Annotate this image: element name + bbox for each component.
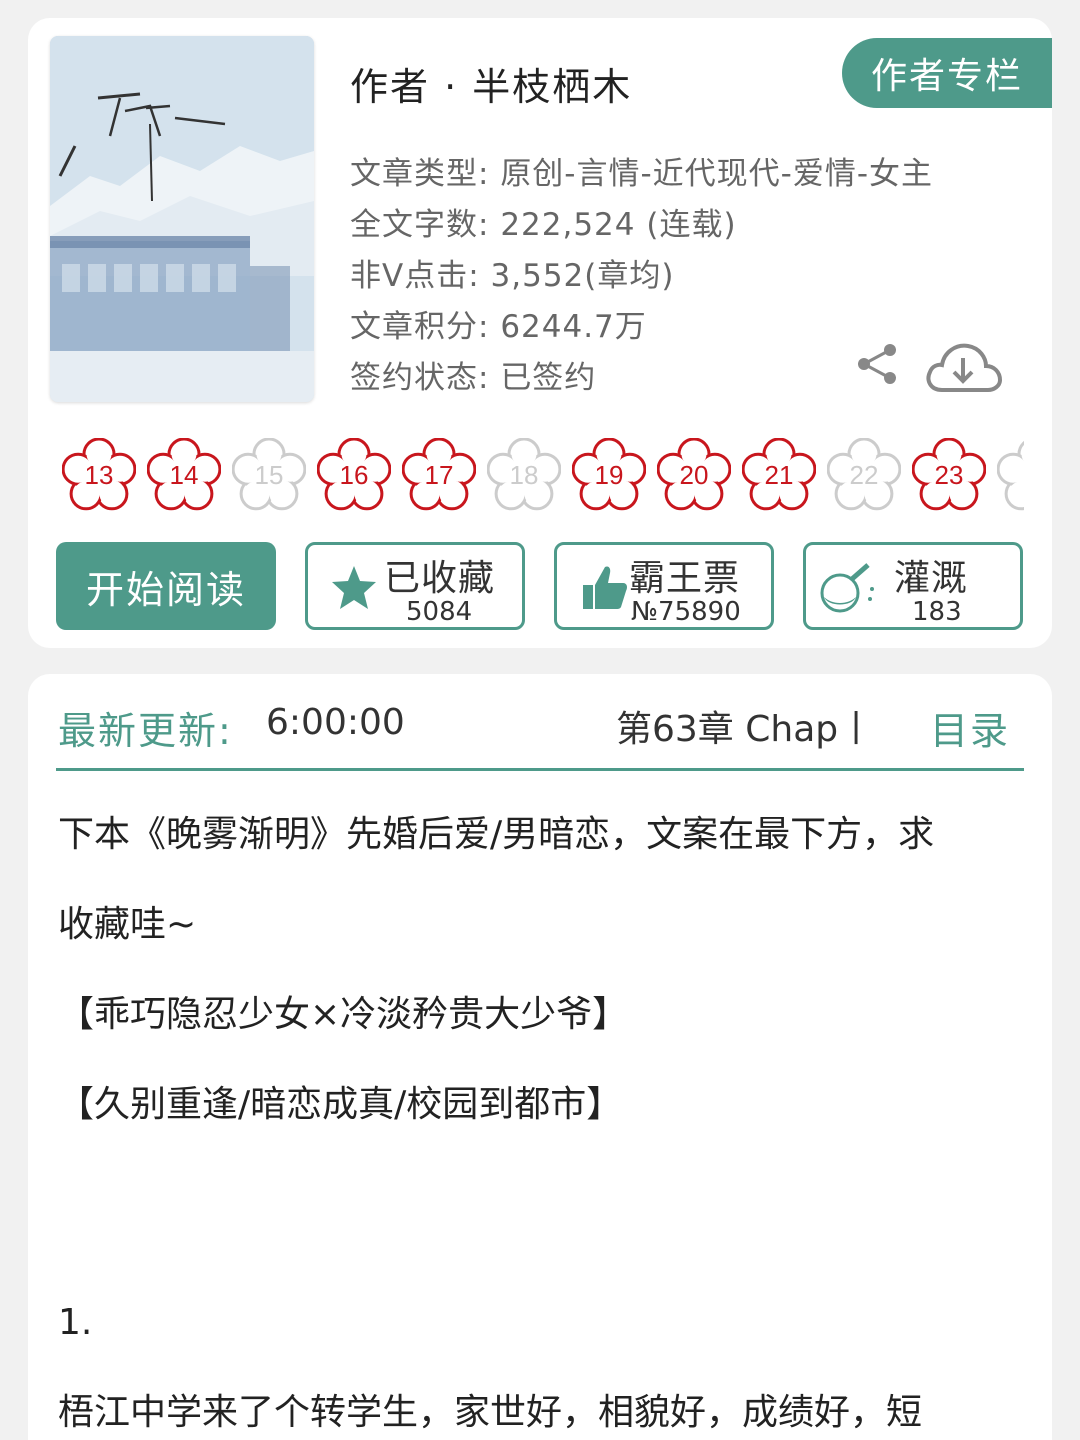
flower-rating-row: 13 14 15 16 17 18 19 20 21 22 23: [62, 438, 1024, 518]
star-icon: [330, 563, 378, 615]
ticket-button[interactable]: 霸王票 №75890: [554, 542, 774, 630]
flower-rating-14: 14: [147, 438, 221, 512]
flower-rating-2: 2: [997, 438, 1024, 512]
meta-value: 222,524 (连载): [500, 207, 737, 243]
meta-value: 已签约: [500, 360, 597, 396]
watering-flask-icon: [818, 559, 878, 619]
flower-number: 16: [339, 459, 369, 490]
flower-rating-21: 21: [742, 438, 816, 512]
favorite-count: 5084: [406, 597, 473, 627]
meta-label: 非V点击:: [350, 258, 480, 294]
cover-art: [50, 36, 314, 402]
divider: [56, 768, 1024, 771]
flower-rating-17: 17: [402, 438, 476, 512]
water-count: 183: [912, 597, 962, 627]
favorite-label: 已收藏: [384, 558, 496, 599]
latest-update-label: 最新更新:: [58, 709, 233, 753]
flower-number: 15: [254, 459, 284, 490]
flower-rating-18: 18: [487, 438, 561, 512]
flower-number: 19: [594, 459, 624, 490]
book-cover[interactable]: [50, 36, 314, 402]
meta-clicks: 非V点击: 3,552(章均): [350, 250, 933, 301]
flower-rating-20: 20: [657, 438, 731, 512]
author-column-button[interactable]: 作者专栏: [842, 38, 1052, 108]
ticket-label: 霸王票: [629, 558, 741, 599]
meta-label: 文章类型:: [350, 156, 490, 192]
meta-word-count: 全文字数: 222,524 (连载): [350, 199, 933, 250]
flower-number: 2: [997, 438, 1024, 512]
intro-line: 下本《晚雾渐明》先婚后爱/男暗恋，文案在最下方，求: [58, 814, 935, 855]
meta-value: 6244.7万: [500, 309, 647, 345]
flower-rating-22: 22: [827, 438, 901, 512]
intro-line: 1.: [58, 1302, 93, 1343]
meta-label: 签约状态:: [350, 360, 490, 396]
table-of-contents-link[interactable]: 目录: [930, 700, 1010, 755]
meta-value: 3,552(章均): [490, 258, 675, 294]
cloud-download-icon[interactable]: [922, 336, 1004, 402]
meta-genre: 文章类型: 原创-言情-近代现代-爱情-女主: [350, 148, 933, 199]
meta-contract: 签约状态: 已签约: [350, 352, 933, 403]
book-info-card: 作者 · 半枝栖木 作者专栏 文章类型: 原创-言情-近代现代-爱情-女主 全文…: [28, 18, 1052, 648]
latest-update-time: 6:00:00: [266, 702, 405, 743]
intro-line: 收藏哇~: [58, 904, 197, 945]
flower-rating-15: 15: [232, 438, 306, 512]
flower-rating-19: 19: [572, 438, 646, 512]
share-icon[interactable]: [854, 340, 902, 392]
book-intro: 下本《晚雾渐明》先婚后爱/男暗恋，文案在最下方，求 收藏哇~ 【乖巧隐忍少女×冷…: [58, 790, 1028, 1440]
flower-number: 18: [509, 459, 539, 490]
meta-label: 文章积分:: [350, 309, 490, 345]
flower-number: 22: [849, 459, 879, 490]
author-line[interactable]: 作者 · 半枝栖木: [350, 56, 632, 111]
ticket-count: №75890: [631, 597, 741, 627]
flower-number: 14: [169, 459, 199, 490]
flower-number: 17: [424, 459, 454, 490]
flower-number: 23: [934, 459, 964, 490]
intro-line: 【乖巧隐忍少女×冷淡矜贵大少爷】: [58, 994, 629, 1035]
meta-label: 全文字数:: [350, 207, 490, 243]
flower-number: 20: [679, 459, 709, 490]
flower-number: 13: [84, 459, 114, 490]
flower-rating-13: 13: [62, 438, 136, 512]
thumbs-up-icon: [581, 561, 631, 617]
intro-card: 最新更新: 6:00:00 第63章 Chap丨 目录 下本《晚雾渐明》先婚后爱…: [28, 674, 1052, 1440]
intro-line: 【久别重逢/暗恋成真/校园到都市】: [58, 1084, 623, 1125]
intro-line: [58, 1150, 1028, 1240]
flower-rating-16: 16: [317, 438, 391, 512]
water-label: 灌溉: [894, 558, 969, 599]
water-button[interactable]: 灌溉 183: [803, 542, 1023, 630]
flower-number: 21: [764, 459, 794, 490]
book-meta: 文章类型: 原创-言情-近代现代-爱情-女主 全文字数: 222,524 (连载…: [350, 148, 933, 403]
start-reading-button[interactable]: 开始阅读: [56, 542, 276, 630]
favorite-button[interactable]: 已收藏 5084: [305, 542, 525, 630]
intro-line: 梧江中学来了个转学生，家世好，相貌好，成绩好，短: [58, 1392, 923, 1433]
flower-rating-23: 23: [912, 438, 986, 512]
latest-chapter-link[interactable]: 第63章 Chap丨: [616, 700, 874, 752]
meta-score: 文章积分: 6244.7万: [350, 301, 933, 352]
meta-value: 原创-言情-近代现代-爱情-女主: [500, 156, 934, 192]
